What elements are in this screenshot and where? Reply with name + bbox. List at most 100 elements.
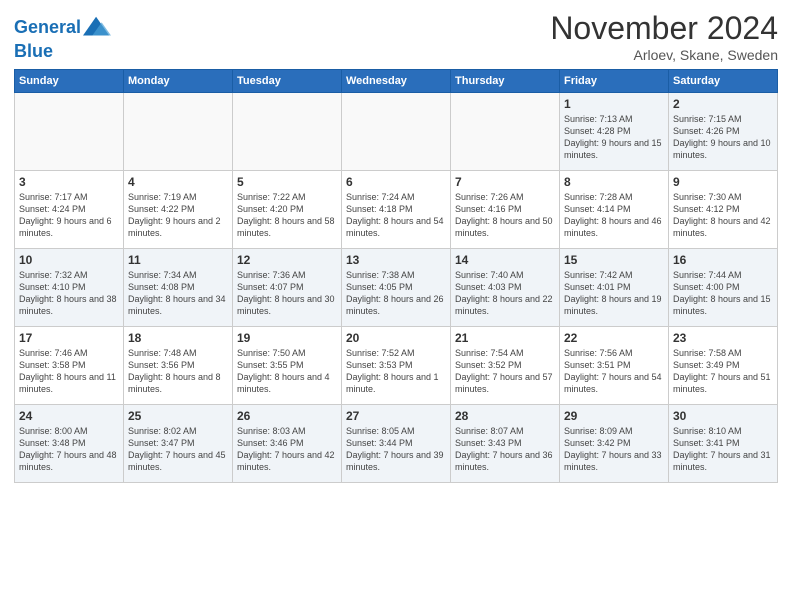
day-info: Sunrise: 8:00 AMSunset: 3:48 PMDaylight:… (19, 425, 119, 474)
day-cell: 16Sunrise: 7:44 AMSunset: 4:00 PMDayligh… (669, 249, 778, 327)
day-info: Sunrise: 7:54 AMSunset: 3:52 PMDaylight:… (455, 347, 555, 396)
day-info: Sunrise: 8:09 AMSunset: 3:42 PMDaylight:… (564, 425, 664, 474)
day-info: Sunrise: 7:52 AMSunset: 3:53 PMDaylight:… (346, 347, 446, 396)
day-info: Sunrise: 7:38 AMSunset: 4:05 PMDaylight:… (346, 269, 446, 318)
day-cell: 18 Sunrise: 7:48 AMSunset: 3:56 PMDayligh… (124, 327, 233, 405)
day-cell: 3 Sunrise: 7:17 AMSunset: 4:24 PMDaylight… (15, 171, 124, 249)
day-info: Sunrise: 8:03 AMSunset: 3:46 PMDaylight:… (237, 425, 337, 474)
calendar-table: SundayMondayTuesdayWednesdayThursdayFrid… (14, 69, 778, 483)
day-cell: 23Sunrise: 7:58 AMSunset: 3:49 PMDayligh… (669, 327, 778, 405)
day-number: 24 (19, 409, 119, 423)
day-cell: 20Sunrise: 7:52 AMSunset: 3:53 PMDayligh… (342, 327, 451, 405)
header: General Blue November 2024 Arloev, Skane… (14, 10, 778, 63)
day-info: Sunrise: 7:19 AMSunset: 4:22 PMDaylight:… (128, 191, 228, 240)
day-number: 25 (128, 409, 228, 423)
day-cell: 14Sunrise: 7:40 AMSunset: 4:03 PMDayligh… (451, 249, 560, 327)
header-row: SundayMondayTuesdayWednesdayThursdayFrid… (15, 70, 778, 93)
day-cell: 7Sunrise: 7:26 AMSunset: 4:16 PMDaylight… (451, 171, 560, 249)
day-number: 17 (19, 331, 119, 345)
week-row-3: 10 Sunrise: 7:32 AMSunset: 4:10 PMDayligh… (15, 249, 778, 327)
day-cell: 6Sunrise: 7:24 AMSunset: 4:18 PMDaylight… (342, 171, 451, 249)
day-cell (15, 93, 124, 171)
week-row-5: 24 Sunrise: 8:00 AMSunset: 3:48 PMDayligh… (15, 405, 778, 483)
day-cell: 10 Sunrise: 7:32 AMSunset: 4:10 PMDayligh… (15, 249, 124, 327)
day-number: 4 (128, 175, 228, 189)
title-area: November 2024 Arloev, Skane, Sweden (550, 10, 778, 63)
header-day-friday: Friday (560, 70, 669, 93)
logo-text-blue: Blue (14, 42, 111, 62)
day-number: 1 (564, 97, 664, 111)
day-info: Sunrise: 7:32 AMSunset: 4:10 PMDaylight:… (19, 269, 119, 318)
week-row-2: 3 Sunrise: 7:17 AMSunset: 4:24 PMDaylight… (15, 171, 778, 249)
day-cell (342, 93, 451, 171)
day-number: 29 (564, 409, 664, 423)
day-cell: 15 Sunrise: 7:42 AMSunset: 4:01 PMDayligh… (560, 249, 669, 327)
day-number: 9 (673, 175, 773, 189)
day-cell: 5 Sunrise: 7:22 AMSunset: 4:20 PMDaylight… (233, 171, 342, 249)
header-day-wednesday: Wednesday (342, 70, 451, 93)
day-info: Sunrise: 7:26 AMSunset: 4:16 PMDaylight:… (455, 191, 555, 240)
week-row-1: 1 Sunrise: 7:13 AMSunset: 4:28 PMDaylight… (15, 93, 778, 171)
day-number: 18 (128, 331, 228, 345)
day-info: Sunrise: 7:22 AMSunset: 4:20 PMDaylight:… (237, 191, 337, 240)
day-info: Sunrise: 8:05 AMSunset: 3:44 PMDaylight:… (346, 425, 446, 474)
day-cell: 30 Sunrise: 8:10 AMSunset: 3:41 PMDayligh… (669, 405, 778, 483)
day-number: 2 (673, 97, 773, 111)
day-cell: 28 Sunrise: 8:07 AMSunset: 3:43 PMDayligh… (451, 405, 560, 483)
day-info: Sunrise: 7:13 AMSunset: 4:28 PMDaylight:… (564, 113, 664, 162)
day-number: 23 (673, 331, 773, 345)
day-number: 12 (237, 253, 337, 267)
day-number: 14 (455, 253, 555, 267)
day-cell: 24 Sunrise: 8:00 AMSunset: 3:48 PMDayligh… (15, 405, 124, 483)
day-cell: 27Sunrise: 8:05 AMSunset: 3:44 PMDayligh… (342, 405, 451, 483)
header-day-thursday: Thursday (451, 70, 560, 93)
header-day-tuesday: Tuesday (233, 70, 342, 93)
day-number: 5 (237, 175, 337, 189)
day-number: 30 (673, 409, 773, 423)
logo-text: General (14, 18, 81, 38)
day-number: 3 (19, 175, 119, 189)
day-cell: 29 Sunrise: 8:09 AMSunset: 3:42 PMDayligh… (560, 405, 669, 483)
day-cell: 12Sunrise: 7:36 AMSunset: 4:07 PMDayligh… (233, 249, 342, 327)
day-info: Sunrise: 7:15 AMSunset: 4:26 PMDaylight:… (673, 113, 773, 162)
header-day-sunday: Sunday (15, 70, 124, 93)
header-day-monday: Monday (124, 70, 233, 93)
day-cell: 25 Sunrise: 8:02 AMSunset: 3:47 PMDayligh… (124, 405, 233, 483)
day-info: Sunrise: 7:28 AMSunset: 4:14 PMDaylight:… (564, 191, 664, 240)
logo: General Blue (14, 14, 111, 62)
day-info: Sunrise: 7:24 AMSunset: 4:18 PMDaylight:… (346, 191, 446, 240)
day-cell (124, 93, 233, 171)
day-cell: 26Sunrise: 8:03 AMSunset: 3:46 PMDayligh… (233, 405, 342, 483)
day-number: 10 (19, 253, 119, 267)
day-number: 11 (128, 253, 228, 267)
day-cell: 21 Sunrise: 7:54 AMSunset: 3:52 PMDayligh… (451, 327, 560, 405)
day-info: Sunrise: 7:30 AMSunset: 4:12 PMDaylight:… (673, 191, 773, 240)
day-info: Sunrise: 8:07 AMSunset: 3:43 PMDaylight:… (455, 425, 555, 474)
day-cell (451, 93, 560, 171)
day-cell: 11Sunrise: 7:34 AMSunset: 4:08 PMDayligh… (124, 249, 233, 327)
day-cell: 9 Sunrise: 7:30 AMSunset: 4:12 PMDaylight… (669, 171, 778, 249)
location-subtitle: Arloev, Skane, Sweden (550, 47, 778, 63)
day-number: 19 (237, 331, 337, 345)
day-info: Sunrise: 7:48 AMSunset: 3:56 PMDaylight:… (128, 347, 228, 396)
day-info: Sunrise: 7:46 AMSunset: 3:58 PMDaylight:… (19, 347, 119, 396)
day-info: Sunrise: 7:42 AMSunset: 4:01 PMDaylight:… (564, 269, 664, 318)
header-day-saturday: Saturday (669, 70, 778, 93)
day-number: 15 (564, 253, 664, 267)
calendar-container: General Blue November 2024 Arloev, Skane… (0, 0, 792, 612)
day-info: Sunrise: 8:02 AMSunset: 3:47 PMDaylight:… (128, 425, 228, 474)
month-title: November 2024 (550, 10, 778, 47)
day-info: Sunrise: 7:56 AMSunset: 3:51 PMDaylight:… (564, 347, 664, 396)
day-number: 22 (564, 331, 664, 345)
day-cell: 8Sunrise: 7:28 AMSunset: 4:14 PMDaylight… (560, 171, 669, 249)
logo-icon (83, 14, 111, 42)
day-number: 21 (455, 331, 555, 345)
day-number: 16 (673, 253, 773, 267)
day-cell: 4 Sunrise: 7:19 AMSunset: 4:22 PMDaylight… (124, 171, 233, 249)
week-row-4: 17 Sunrise: 7:46 AMSunset: 3:58 PMDayligh… (15, 327, 778, 405)
day-info: Sunrise: 7:17 AMSunset: 4:24 PMDaylight:… (19, 191, 119, 240)
day-info: Sunrise: 8:10 AMSunset: 3:41 PMDaylight:… (673, 425, 773, 474)
day-number: 28 (455, 409, 555, 423)
day-cell: 2 Sunrise: 7:15 AMSunset: 4:26 PMDaylight… (669, 93, 778, 171)
calendar-body: 1 Sunrise: 7:13 AMSunset: 4:28 PMDaylight… (15, 93, 778, 483)
